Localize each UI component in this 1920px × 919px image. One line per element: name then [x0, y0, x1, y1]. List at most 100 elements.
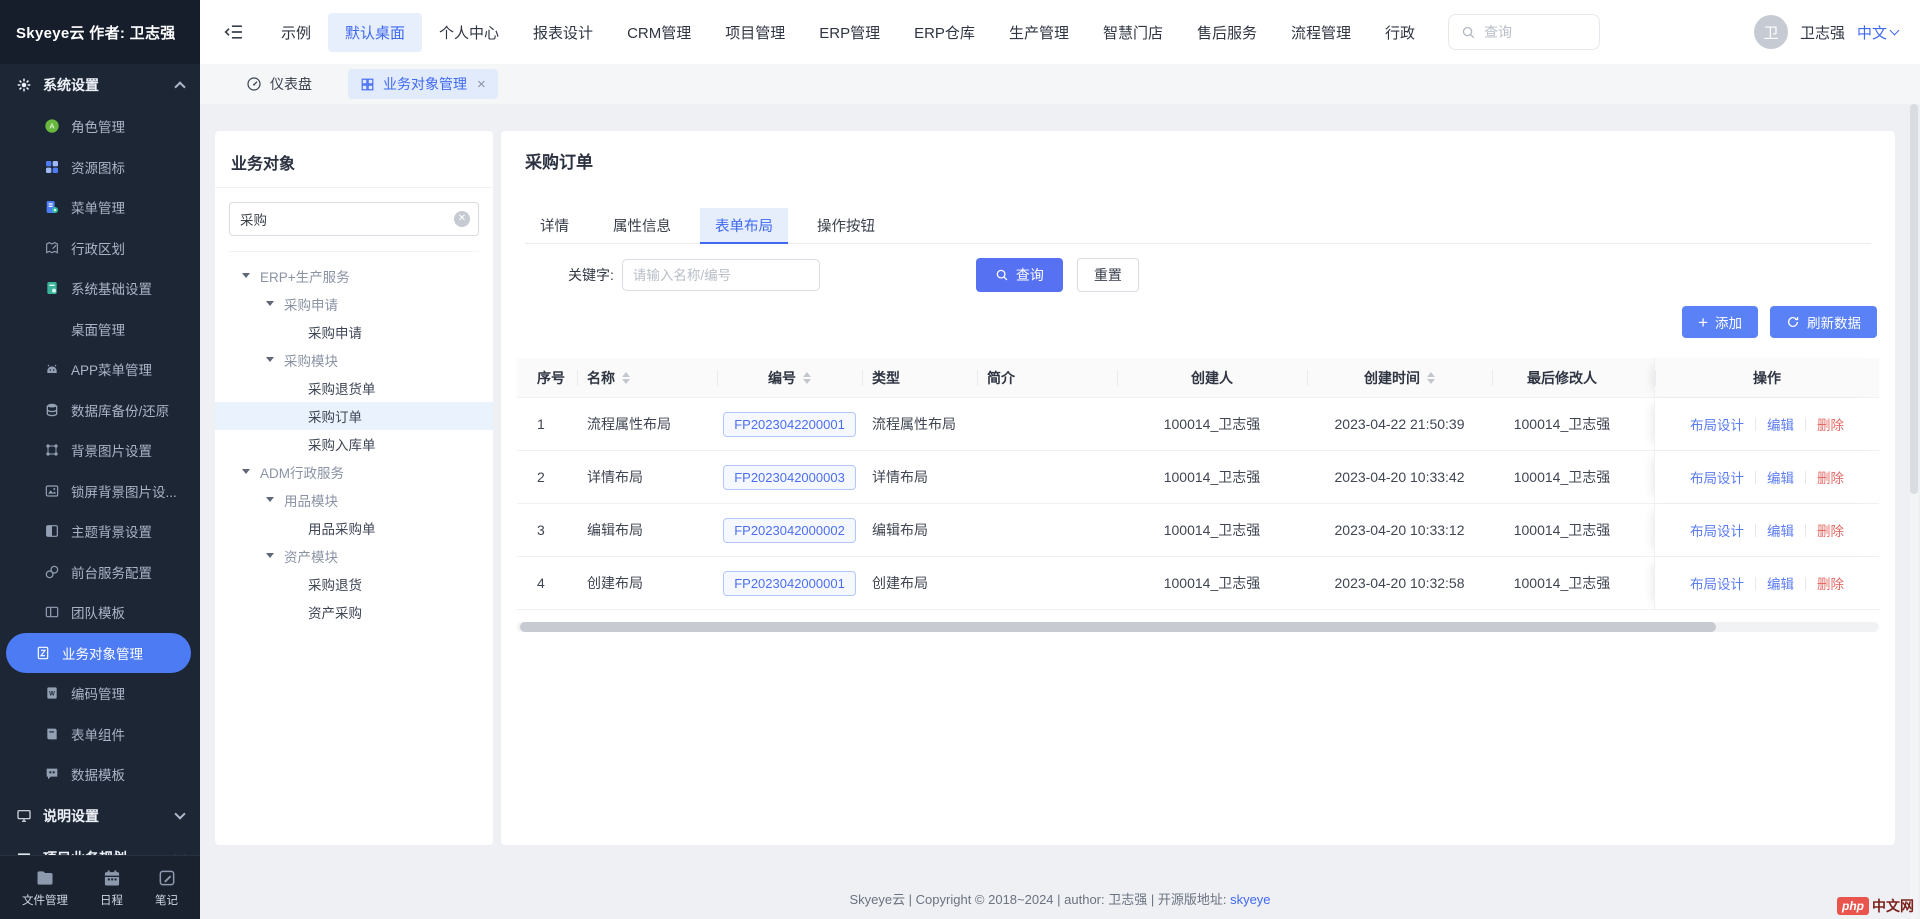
col-created[interactable]: 创建时间: [1307, 358, 1492, 397]
sidebar-item-team-template[interactable]: 团队模板: [0, 592, 200, 633]
tree-node[interactable]: 用品模块: [215, 486, 493, 514]
caret-down-icon[interactable]: [242, 273, 250, 278]
code-badge[interactable]: FP2023042000002: [723, 518, 856, 543]
sort-icon[interactable]: [1427, 372, 1435, 384]
user-name[interactable]: 卫志强: [1800, 22, 1845, 43]
tree-node[interactable]: ADM行政服务: [215, 458, 493, 486]
query-button[interactable]: 查询: [976, 258, 1063, 292]
sidebar-item-bg-image[interactable]: 背景图片设置: [0, 430, 200, 471]
horizontal-scrollbar[interactable]: [517, 622, 1879, 632]
nav-item-example[interactable]: 示例: [264, 13, 328, 52]
reset-button[interactable]: 重置: [1077, 258, 1139, 292]
tree-node[interactable]: 资产模块: [215, 542, 493, 570]
nav-item-default-desktop[interactable]: 默认桌面: [328, 13, 422, 52]
edit-link[interactable]: 编辑: [1767, 414, 1794, 434]
nav-item-project[interactable]: 项目管理: [708, 13, 802, 52]
sidebar-item-admin-region[interactable]: 行政区划: [0, 228, 200, 269]
close-icon[interactable]: ×: [477, 76, 486, 93]
sidebar-item-code-mgmt[interactable]: W 编码管理: [0, 673, 200, 714]
dock-item-file-manager[interactable]: 文件管理: [22, 868, 68, 908]
nav-item-report-design[interactable]: 报表设计: [516, 13, 610, 52]
delete-link[interactable]: 删除: [1817, 414, 1844, 434]
layout-design-link[interactable]: 布局设计: [1690, 520, 1744, 540]
code-badge[interactable]: FP2023042200001: [723, 412, 856, 437]
sidebar-item-desktop-mgmt[interactable]: 桌面管理: [0, 309, 200, 350]
edit-link[interactable]: 编辑: [1767, 467, 1794, 487]
language-switcher[interactable]: 中文: [1857, 22, 1898, 43]
nav-item-erp[interactable]: ERP管理: [802, 13, 897, 52]
search-input[interactable]: [1484, 24, 1579, 40]
skyeye-link[interactable]: skyeye: [1230, 892, 1270, 907]
code-badge[interactable]: FP2023042000001: [723, 571, 856, 596]
workspace-tab-business-object[interactable]: 业务对象管理 ×: [348, 69, 498, 99]
sidebar-item-app-menu[interactable]: APP菜单管理: [0, 349, 200, 390]
tree-node[interactable]: ERP+生产服务: [215, 262, 493, 290]
nav-item-process[interactable]: 流程管理: [1274, 13, 1368, 52]
nav-item-after-sales[interactable]: 售后服务: [1180, 13, 1274, 52]
tree-node-selected[interactable]: 采购订单: [215, 402, 493, 430]
sidebar-item-front-service[interactable]: 前台服务配置: [0, 552, 200, 593]
scrollbar-thumb[interactable]: [1910, 104, 1918, 494]
add-button[interactable]: + 添加: [1682, 306, 1758, 338]
menu-fold-icon[interactable]: [224, 22, 244, 42]
scrollbar-thumb[interactable]: [520, 622, 1716, 632]
sidebar-item-business-object[interactable]: 业务对象管理: [6, 633, 191, 674]
nav-item-production[interactable]: 生产管理: [992, 13, 1086, 52]
col-code[interactable]: 编号: [717, 358, 862, 397]
sort-icon[interactable]: [622, 372, 630, 384]
delete-link[interactable]: 删除: [1817, 467, 1844, 487]
nav-item-smart-store[interactable]: 智慧门店: [1086, 13, 1180, 52]
avatar[interactable]: 卫: [1754, 15, 1788, 49]
edit-link[interactable]: 编辑: [1767, 520, 1794, 540]
delete-link[interactable]: 删除: [1817, 520, 1844, 540]
nav-item-administration[interactable]: 行政: [1368, 13, 1432, 52]
nav-item-erp-warehouse[interactable]: ERP仓库: [897, 13, 992, 52]
tree-node[interactable]: 采购申请: [215, 290, 493, 318]
caret-down-icon[interactable]: [266, 497, 274, 502]
caret-down-icon[interactable]: [266, 357, 274, 362]
nav-item-crm[interactable]: CRM管理: [610, 13, 708, 52]
code-badge[interactable]: FP2023042000003: [723, 465, 856, 490]
sidebar-item-data-template[interactable]: 数据模板: [0, 754, 200, 795]
layout-design-link[interactable]: 布局设计: [1690, 573, 1744, 593]
sidebar-group-description-settings[interactable]: 说明设置: [0, 795, 200, 837]
dock-item-notes[interactable]: 笔记: [155, 868, 178, 908]
edit-link[interactable]: 编辑: [1767, 573, 1794, 593]
sidebar-item-theme-bg[interactable]: 主题背景设置: [0, 511, 200, 552]
sidebar-item-lockscreen-bg[interactable]: 锁屏背景图片设...: [0, 471, 200, 512]
refresh-button[interactable]: 刷新数据: [1770, 306, 1877, 338]
sidebar-item-role-mgmt[interactable]: A 角色管理: [0, 106, 200, 147]
page-scrollbar[interactable]: [1910, 104, 1918, 919]
tree-node[interactable]: 用品采购单: [215, 514, 493, 542]
keyword-input[interactable]: [622, 259, 820, 291]
tab-details[interactable]: 详情: [525, 208, 584, 243]
layout-design-link[interactable]: 布局设计: [1690, 414, 1744, 434]
sort-icon[interactable]: [803, 372, 811, 384]
nav-item-personal-center[interactable]: 个人中心: [422, 13, 516, 52]
tree-node[interactable]: 资产采购: [215, 598, 493, 626]
tab-attributes[interactable]: 属性信息: [598, 208, 686, 243]
clear-icon[interactable]: ✕: [454, 211, 470, 227]
caret-down-icon[interactable]: [242, 469, 250, 474]
col-name[interactable]: 名称: [577, 358, 717, 397]
sidebar-group-project-planning[interactable]: 项目业务规划: [0, 837, 200, 856]
layout-design-link[interactable]: 布局设计: [1690, 467, 1744, 487]
sidebar-item-form-components[interactable]: 表单组件: [0, 714, 200, 755]
caret-down-icon[interactable]: [266, 301, 274, 306]
tree-node[interactable]: 采购退货: [215, 570, 493, 598]
tree-node[interactable]: 采购申请: [215, 318, 493, 346]
workspace-tab-dashboard[interactable]: 仪表盘: [234, 69, 324, 99]
tab-action-buttons[interactable]: 操作按钮: [802, 208, 890, 243]
tree-node[interactable]: 采购入库单: [215, 430, 493, 458]
tab-form-layout[interactable]: 表单布局: [700, 208, 788, 243]
tree-node[interactable]: 采购退货单: [215, 374, 493, 402]
dock-item-schedule[interactable]: 日程: [100, 868, 123, 908]
sidebar-item-resource-icons[interactable]: 资源图标: [0, 147, 200, 188]
tree-search-input[interactable]: [229, 202, 479, 236]
sidebar-item-db-backup[interactable]: 数据库备份/还原: [0, 390, 200, 431]
sidebar-item-system-base[interactable]: 系统基础设置: [0, 268, 200, 309]
sidebar-item-menu-mgmt[interactable]: 菜单管理: [0, 187, 200, 228]
tree-node[interactable]: 采购模块: [215, 346, 493, 374]
caret-down-icon[interactable]: [266, 553, 274, 558]
sidebar-group-system-settings[interactable]: 系统设置: [0, 64, 200, 106]
